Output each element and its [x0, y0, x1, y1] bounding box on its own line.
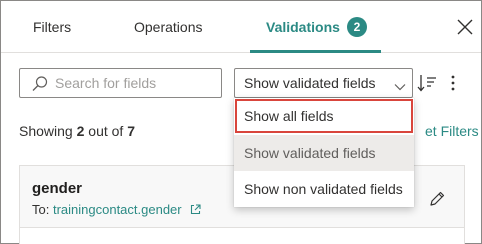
external-link-icon[interactable]: [190, 203, 201, 215]
summary-total-count: 7: [127, 123, 135, 139]
close-icon[interactable]: [455, 17, 475, 37]
field-target: To: trainingcontact.gender: [32, 202, 201, 217]
tab-operations[interactable]: Operations: [134, 1, 202, 53]
field-name: gender: [32, 180, 83, 197]
chevron-down-icon: [394, 79, 406, 91]
validation-filter-select[interactable]: Show validated fields: [234, 68, 413, 98]
validation-filter-value: Show validated fields: [244, 75, 376, 91]
tab-filters[interactable]: Filters: [33, 1, 71, 53]
field-target-prefix: To:: [32, 202, 53, 217]
search-field[interactable]: [19, 68, 222, 98]
tab-validations[interactable]: Validations 2: [266, 1, 367, 53]
tab-bar: Filters Operations Validations 2: [1, 1, 481, 53]
option-show-validated-fields[interactable]: Show validated fields: [234, 135, 414, 171]
search-input[interactable]: [55, 73, 215, 93]
pencil-icon[interactable]: [428, 190, 446, 208]
more-vertical-icon[interactable]: [447, 72, 459, 94]
active-tab-indicator: [250, 50, 381, 53]
validations-count-badge: 2: [346, 17, 367, 37]
reset-filters-link[interactable]: et Filters: [425, 123, 479, 139]
tab-filters-label: Filters: [33, 19, 72, 35]
option-show-all-fields[interactable]: Show all fields: [234, 98, 414, 134]
tab-operations-label: Operations: [134, 19, 203, 35]
sort-icon[interactable]: [417, 72, 437, 94]
search-icon: [31, 75, 49, 93]
validations-panel: Filters Operations Validations 2 Show va…: [0, 0, 482, 244]
results-summary: Showing 2 out of 7: [19, 123, 135, 139]
field-target-link[interactable]: trainingcontact.gender: [53, 202, 182, 217]
validation-filter-dropdown: Show all fields Show validated fields Sh…: [234, 98, 414, 207]
summary-prefix: Showing: [19, 123, 77, 139]
tab-validations-label: Validations: [266, 19, 340, 35]
option-show-non-validated-fields[interactable]: Show non validated fields: [234, 171, 414, 207]
summary-middle: out of: [84, 123, 128, 139]
